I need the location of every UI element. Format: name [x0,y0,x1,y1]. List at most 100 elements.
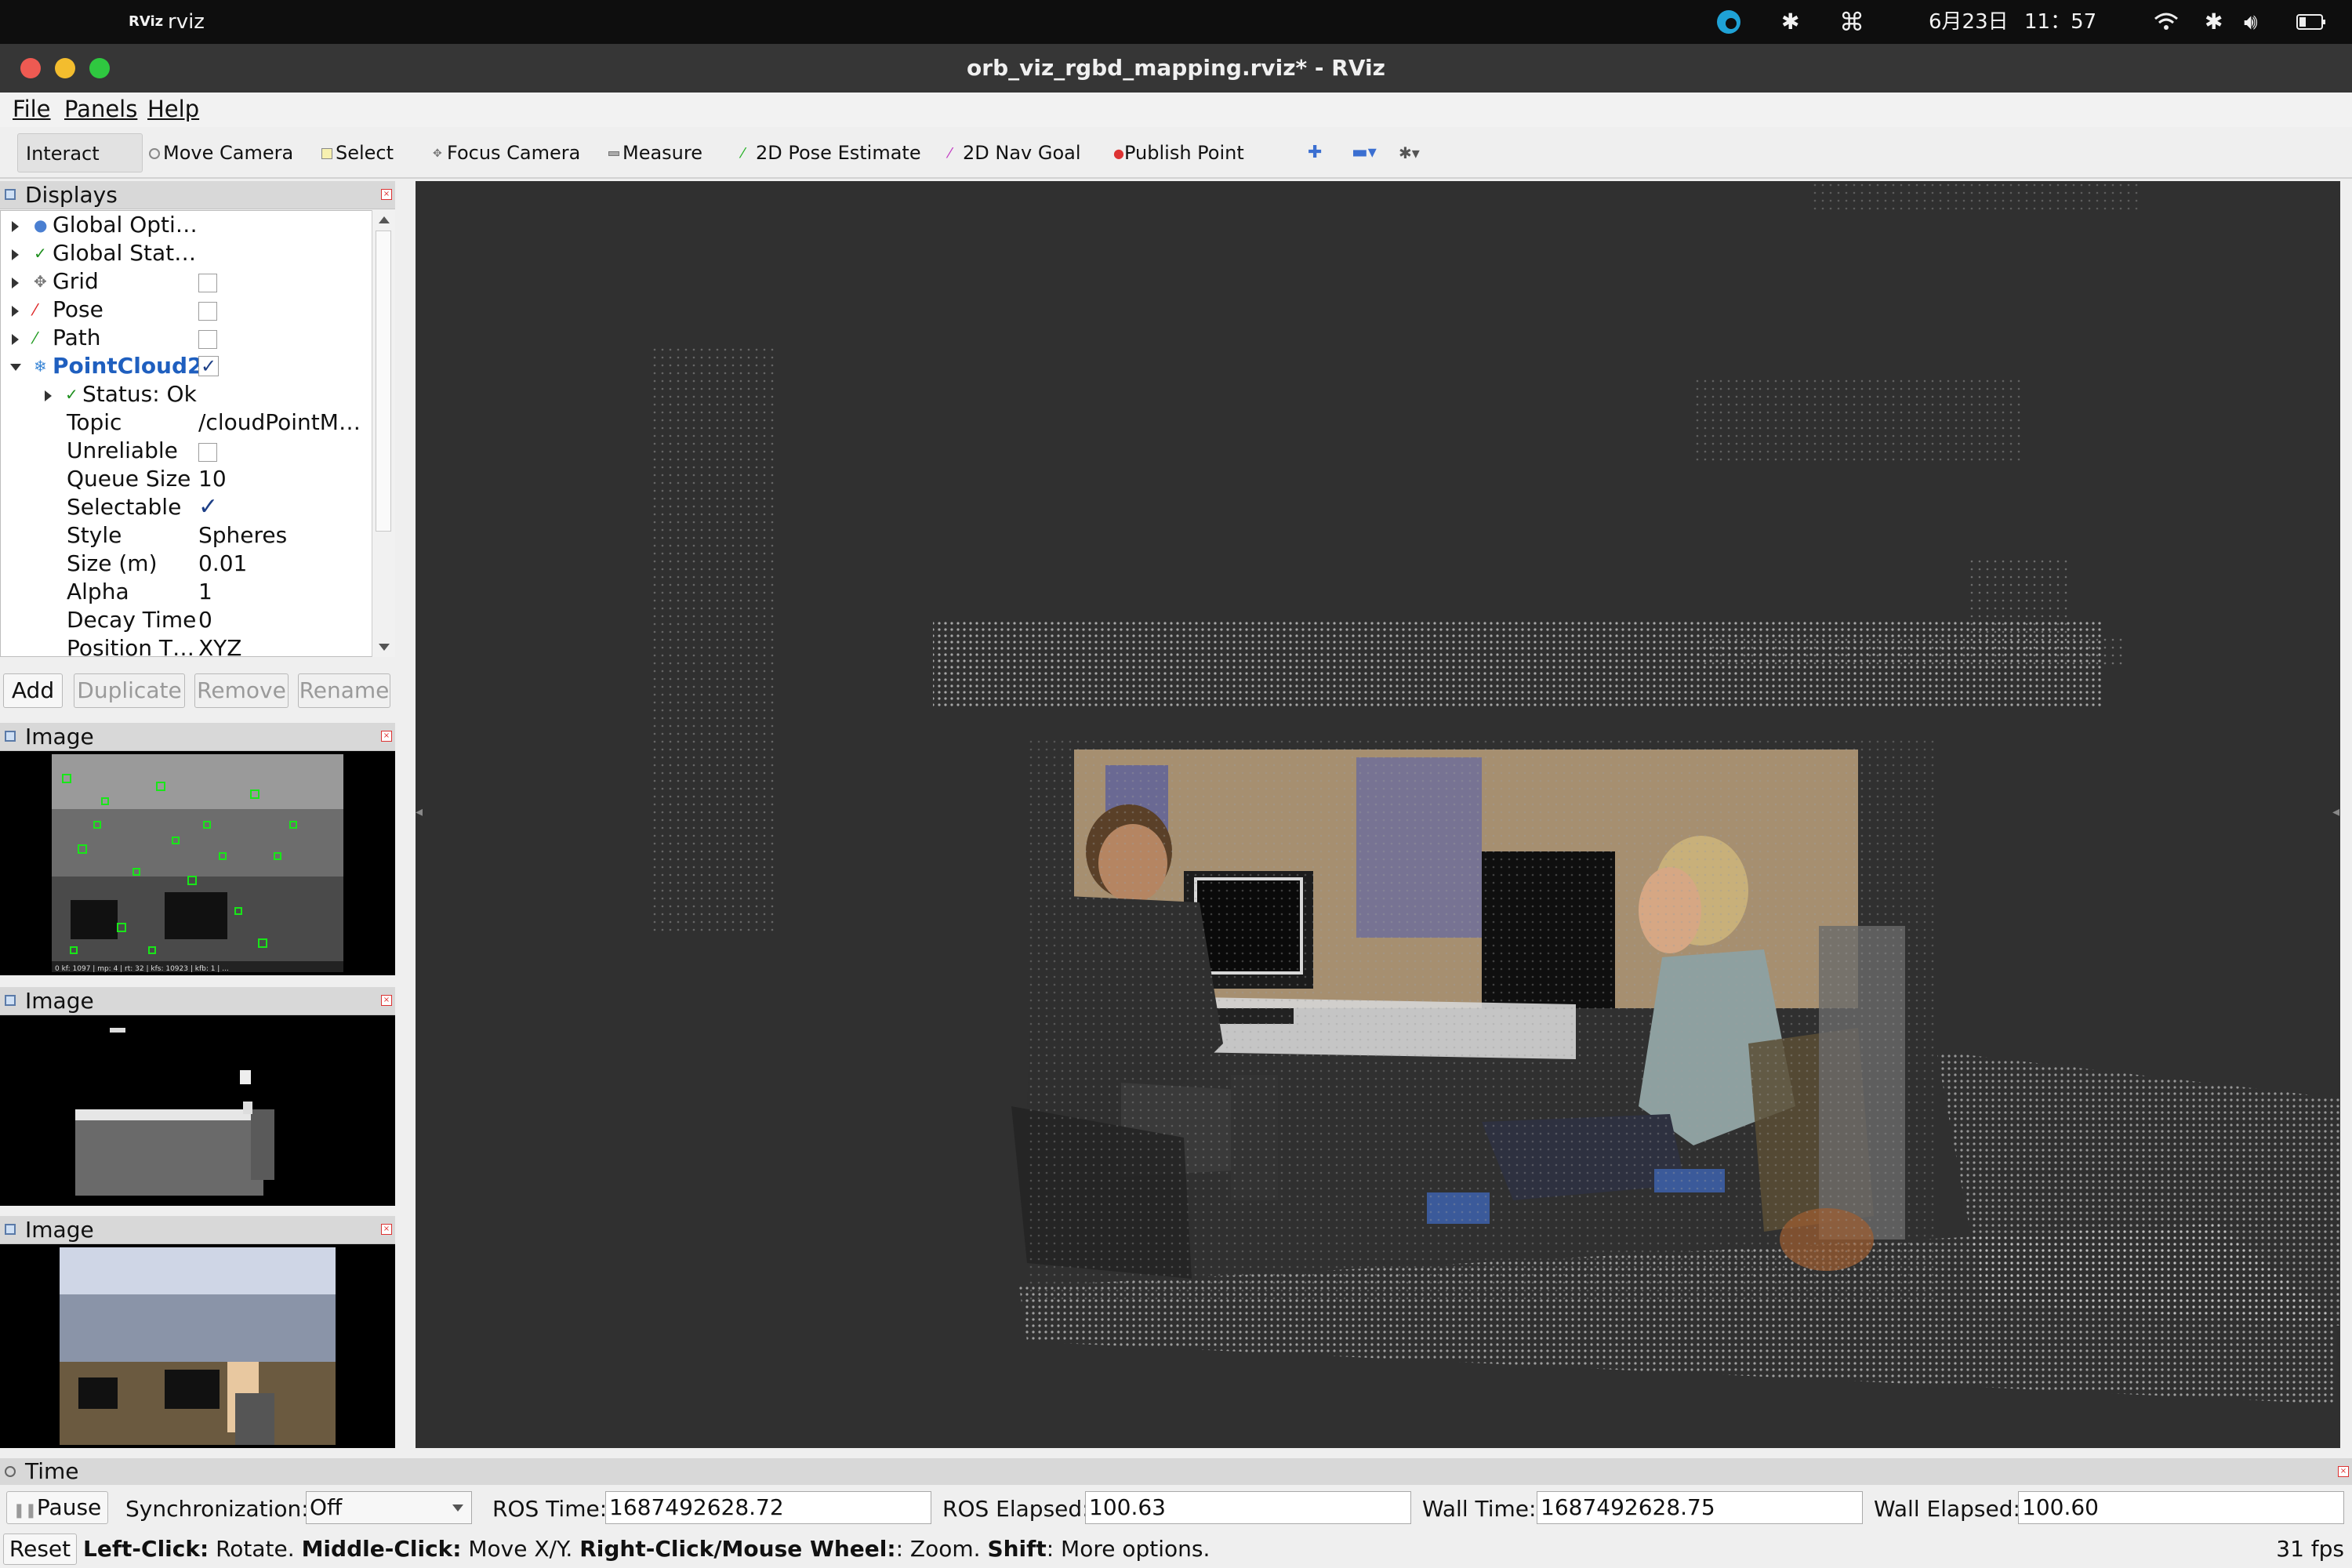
size-value[interactable]: 0.01 [198,550,247,578]
wall-elapsed-field[interactable]: 100.60 [2018,1491,2344,1524]
menu-panels[interactable]: Panels [64,96,137,122]
prop-label: Queue Size [67,466,191,492]
interact-tool-button[interactable]: Interact [17,133,143,172]
unreliable-checkbox[interactable] [198,443,217,462]
prop-queue-size[interactable]: Queue Size 10 [1,465,369,493]
measure-tool-button[interactable]: Measure [608,133,702,172]
displays-scrollbar[interactable] [372,210,395,657]
close-panel-icon[interactable]: × [381,995,392,1006]
prop-selectable[interactable]: Selectable ✓ [1,493,369,521]
clock-icon [5,1466,16,1477]
display-item-pointcloud2[interactable]: ❄ PointCloud2 ✓ [1,352,369,380]
close-panel-icon[interactable]: × [381,1224,392,1235]
prop-decay-time[interactable]: Decay Time 0 [1,606,369,634]
status-bar: Reset Left-Click: Rotate. Middle-Click: … [0,1530,2352,1568]
bluetooth-status-icon[interactable]: ✱ [2205,0,2223,44]
panel-icon [5,995,16,1006]
nav-goal-tool-button[interactable]: ⁄ 2D Nav Goal [949,133,1081,172]
queue-size-value[interactable]: 10 [198,465,227,493]
expand-arrow-icon[interactable] [12,306,19,317]
display-item-label: Pose [53,296,103,322]
menu-help[interactable]: Help [147,96,199,122]
menubar-time[interactable]: 11：57 [2024,0,2096,44]
collapse-right-dock-icon[interactable]: ◂ [2332,804,2340,820]
expand-arrow-icon[interactable] [12,278,19,289]
wall-time-field[interactable]: 1687492628.75 [1537,1491,1863,1524]
rgb-image-view [0,1244,395,1448]
collapse-arrow-icon[interactable] [10,364,21,371]
display-item-grid[interactable]: ✥ Grid [1,267,369,296]
add-tool-icon[interactable]: ✚ [1308,133,1322,172]
style-value[interactable]: Spheres [198,521,287,550]
pose-estimate-tool-button[interactable]: ⁄ 2D Pose Estimate [742,133,921,172]
menubar-date[interactable]: 6月23日 [1929,0,2009,44]
scrollbar-thumb[interactable] [376,230,391,532]
ros-elapsed-field[interactable]: 100.63 [1085,1491,1411,1524]
close-panel-icon[interactable]: × [381,189,392,200]
pose-enabled-checkbox[interactable] [198,302,217,321]
prop-style[interactable]: Style Spheres [1,521,369,550]
sync-select[interactable]: Off [306,1491,472,1524]
display-item-pose[interactable]: ⁄ Pose [1,296,369,324]
prop-label: Position T… [67,635,195,657]
display-item-path[interactable]: ⁄ Path [1,324,369,352]
remove-tool-icon[interactable]: ▬▾ [1352,133,1377,172]
position-transformer-value[interactable]: XYZ [198,634,241,656]
expand-arrow-icon[interactable] [12,334,19,345]
prop-label: Decay Time [67,607,197,633]
expand-arrow-icon[interactable] [12,221,19,232]
bluetooth-icon[interactable]: ✱ [1781,0,1799,44]
depth-image-view [0,1015,395,1206]
ros-time-field[interactable]: 1687492628.72 [605,1491,931,1524]
expand-arrow-icon[interactable] [45,390,52,401]
grid-enabled-checkbox[interactable] [198,274,217,292]
alpha-value[interactable]: 1 [198,578,212,606]
wifi-icon[interactable] [2153,0,2180,44]
display-item-global-options[interactable]: ● Global Opti… [1,211,369,239]
image-panel-header: Image × [0,987,395,1015]
app-name[interactable]: rviz [168,0,205,44]
prop-topic[interactable]: Topic /cloudPointM… [1,408,369,437]
prop-label: Selectable [67,494,182,520]
close-panel-icon[interactable]: × [2338,1466,2349,1477]
focus-camera-tool-button[interactable]: ✥ Focus Camera [433,133,580,172]
path-enabled-checkbox[interactable] [198,330,217,349]
selectable-checkbox[interactable]: ✓ [198,493,218,521]
edge-icon[interactable] [1715,0,1742,44]
close-panel-icon[interactable]: × [381,731,392,742]
tool-properties-icon[interactable]: ✱▾ [1399,133,1420,172]
topic-value[interactable]: /cloudPointM… [198,408,361,437]
rgb-image [60,1247,336,1445]
expand-arrow-icon[interactable] [12,249,19,260]
decay-time-value[interactable]: 0 [198,606,212,634]
app-menu-bar: File Panels Help [0,93,2352,127]
scroll-up-icon[interactable] [379,216,390,223]
select-tool-button[interactable]: Select [321,133,394,172]
prop-alpha[interactable]: Alpha 1 [1,578,369,606]
add-display-button[interactable]: Add [3,673,63,708]
prop-position-transformer[interactable]: Position T… XYZ [1,634,369,657]
publish-point-tool-button[interactable]: ●Publish Point [1113,133,1244,172]
volume-icon[interactable]: 🔊︎ [2244,0,2258,44]
pause-button[interactable]: ❚❚Pause [6,1491,108,1524]
image-panel-title: Image [25,988,94,1014]
prop-unreliable[interactable]: Unreliable [1,437,369,465]
command-icon[interactable]: ⌘ [1839,0,1864,44]
prop-label: Alpha [67,579,129,604]
prop-status[interactable]: ✓ Status: Ok [1,380,369,408]
render-3d-viewport[interactable]: ◂ ◂ [416,181,2340,1448]
move-camera-tool-button[interactable]: Move Camera [149,133,293,172]
duplicate-display-button[interactable]: Duplicate [74,673,185,708]
rename-display-button[interactable]: Rename [298,673,390,708]
display-item-global-status[interactable]: ✓ Global Stat… [1,239,369,267]
pointcloud-enabled-checkbox[interactable]: ✓ [198,356,219,376]
menu-file[interactable]: File [13,96,51,122]
scroll-down-icon[interactable] [379,644,390,651]
battery-icon[interactable] [2296,0,2327,44]
hint-middle-click: Middle-Click: [301,1536,462,1562]
remove-display-button[interactable]: Remove [194,673,289,708]
collapse-left-dock-icon[interactable]: ◂ [416,804,423,820]
reset-button[interactable]: Reset [3,1534,77,1565]
prop-size[interactable]: Size (m) 0.01 [1,550,369,578]
panel-icon [5,189,16,200]
